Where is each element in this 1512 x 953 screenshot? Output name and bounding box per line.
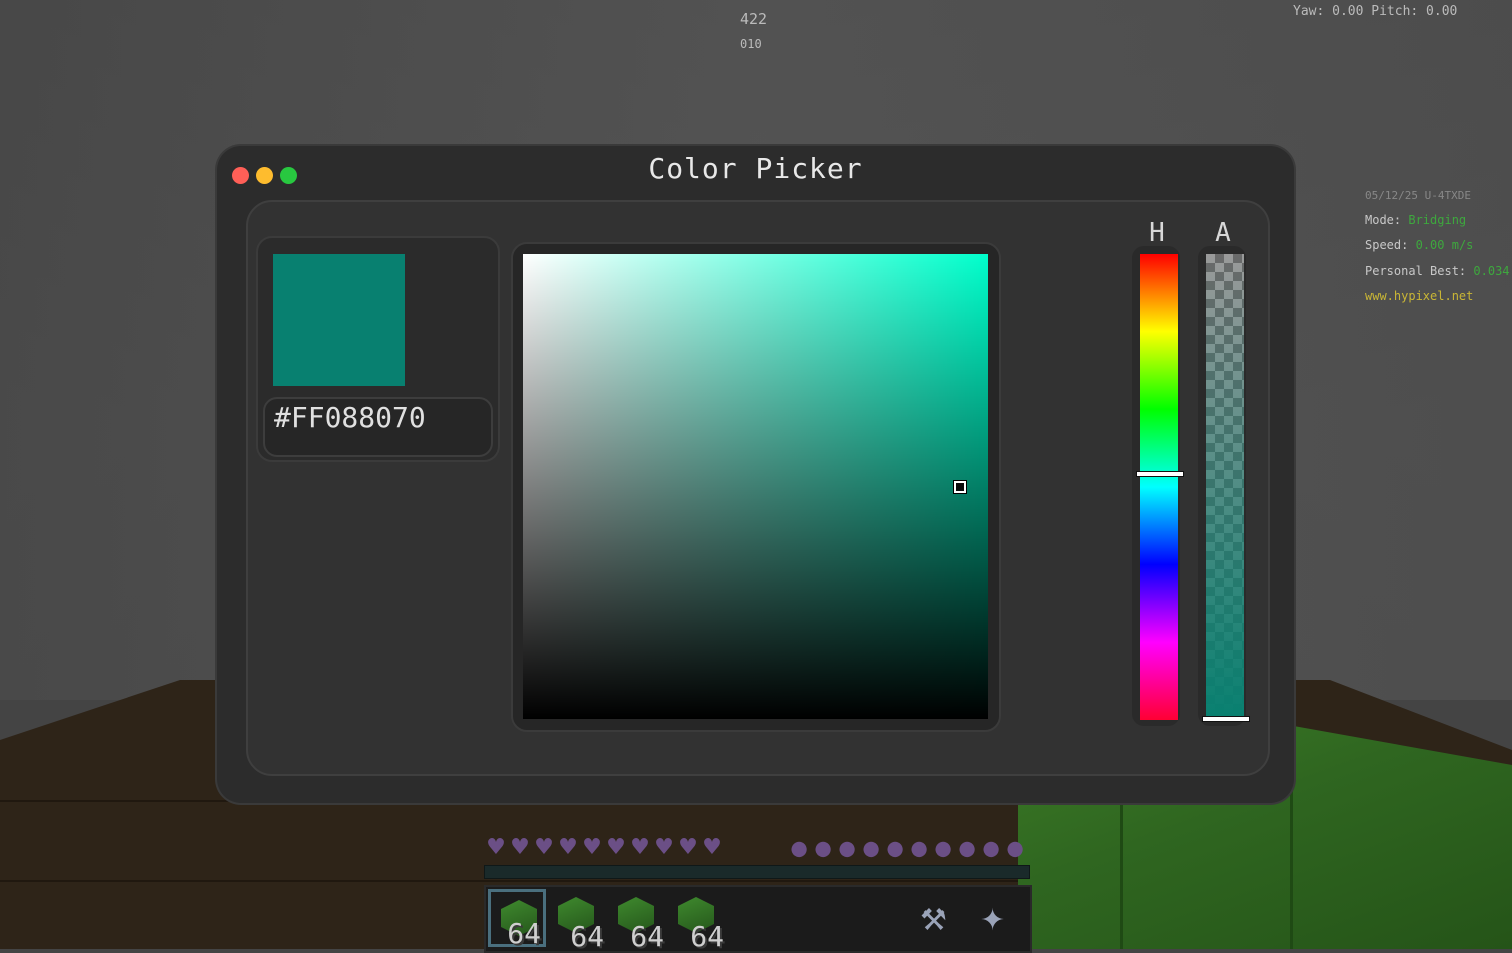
hue-slider-handle[interactable]: [1136, 471, 1184, 478]
hue-slider[interactable]: [1140, 254, 1178, 720]
hud-yaw-pitch: Yaw: 0.00 Pitch: 0.00: [1293, 4, 1458, 19]
hud-counter-top: 422: [740, 10, 768, 28]
heart-icon: ♥: [630, 835, 650, 860]
heart-icon: ♥: [678, 835, 698, 860]
window-title: Color Picker: [648, 152, 863, 185]
hue-slider-frame: [1132, 246, 1184, 726]
item-count: 64: [570, 920, 604, 953]
tool-icon: ⚒: [920, 903, 947, 938]
heart-icon: ♥: [558, 835, 578, 860]
scoreboard-speed-value: 0.00 m/s: [1415, 238, 1474, 252]
hunger-bar: ● ● ● ● ● ● ● ● ● ●: [784, 833, 1029, 863]
scoreboard-best: Personal Best: 0.034: [1365, 264, 1510, 278]
item-count: 64: [630, 920, 664, 953]
item-count: 64: [690, 920, 724, 953]
scoreboard-best-value: 0.034: [1473, 264, 1510, 278]
scoreboard-date-line: 05/12/25 U-4TXDE: [1365, 189, 1471, 202]
heart-icon: ♥: [582, 835, 602, 860]
alpha-label: A: [1215, 218, 1231, 248]
window-titlebar[interactable]: Color Picker: [217, 146, 1294, 200]
scoreboard-mode-value: Bridging: [1408, 213, 1467, 227]
hotbar-slot[interactable]: 64: [548, 889, 606, 953]
heart-icon: ♥: [510, 835, 530, 860]
alpha-slider-frame: [1198, 246, 1250, 726]
hotbar-slot[interactable]: ⚒: [908, 889, 966, 947]
hue-label: H: [1149, 218, 1165, 248]
heart-icon: ♥: [606, 835, 626, 860]
scoreboard-site: www.hypixel.net: [1365, 289, 1474, 303]
scoreboard-speed-label: Speed:: [1365, 238, 1409, 252]
scoreboard-mode: Mode: Bridging: [1365, 213, 1466, 227]
heart-icon: ♥: [702, 835, 722, 860]
compass-icon: ✦: [980, 903, 1006, 938]
hud-counter-bottom: 010: [740, 37, 762, 51]
alpha-gradient: [1206, 254, 1244, 720]
color-picker-window: Color Picker #FF088070 H A: [217, 146, 1294, 803]
scoreboard-best-label: Personal Best:: [1365, 264, 1467, 278]
hotbar-slot[interactable]: 64: [488, 889, 546, 950]
hotbar-slot[interactable]: ✦: [968, 889, 1026, 947]
alpha-slider[interactable]: [1206, 254, 1244, 720]
hex-input[interactable]: #FF088070: [263, 397, 493, 457]
green-block-seam: [1120, 780, 1123, 949]
saturation-value-frame: [511, 242, 1001, 732]
heart-icon: ♥: [486, 835, 506, 860]
hotbar-slot[interactable]: 64: [668, 889, 726, 953]
sv-black-layer: [523, 254, 988, 719]
scoreboard-mode-label: Mode:: [1365, 213, 1402, 227]
scoreboard-server: U-4TXDE: [1424, 189, 1471, 202]
health-bar: ♥ ♥ ♥ ♥ ♥ ♥ ♥ ♥ ♥ ♥: [484, 837, 724, 859]
alpha-slider-handle[interactable]: [1202, 716, 1250, 722]
heart-icon: ♥: [534, 835, 554, 860]
color-info-panel: #FF088070: [256, 236, 500, 462]
hex-value: #FF088070: [274, 401, 426, 434]
hotbar: 64 64 64 64 ⚒ ✦: [484, 885, 1032, 953]
scoreboard-speed: Speed: 0.00 m/s: [1365, 238, 1473, 252]
picker-body: #FF088070 H A: [246, 200, 1270, 776]
heart-icon: ♥: [654, 835, 674, 860]
color-preview-swatch: [273, 254, 405, 386]
saturation-value-area[interactable]: [523, 254, 988, 719]
scoreboard-date: 05/12/25: [1365, 189, 1418, 202]
experience-bar: [484, 865, 1030, 879]
hotbar-slot[interactable]: 64: [608, 889, 666, 953]
item-count: 64: [507, 917, 541, 950]
sv-cursor-handle[interactable]: [954, 480, 967, 493]
